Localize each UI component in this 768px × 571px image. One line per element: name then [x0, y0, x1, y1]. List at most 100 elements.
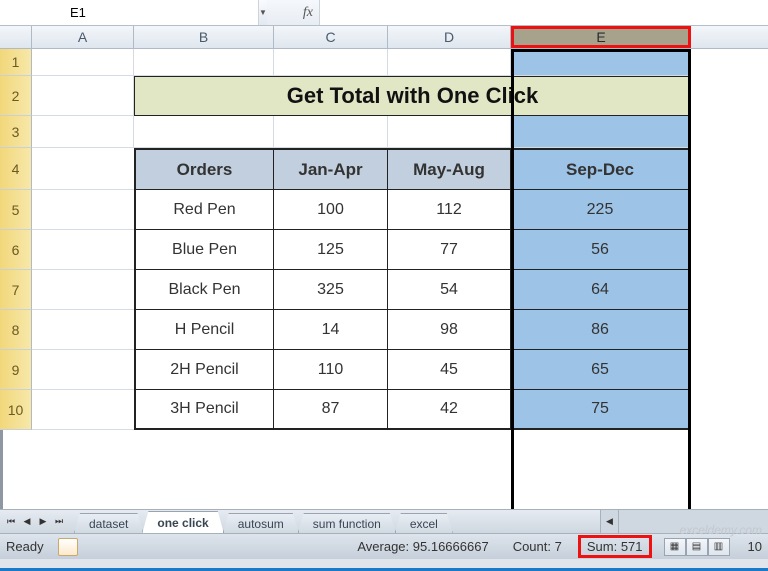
cell[interactable]	[32, 230, 134, 270]
cell[interactable]: 42	[388, 390, 511, 430]
status-average: Average: 95.16666667	[349, 537, 496, 556]
cell[interactable]: 112	[388, 190, 511, 230]
sheet-tab[interactable]: sum function	[298, 513, 396, 533]
sheet-tab[interactable]: excel	[395, 513, 453, 533]
row-header-9[interactable]: 9	[0, 350, 32, 390]
col-header-D[interactable]: D	[388, 26, 511, 48]
row-header-6[interactable]: 6	[0, 230, 32, 270]
col-header-A[interactable]: A	[32, 26, 134, 48]
status-average-value: 95.16666667	[413, 539, 489, 554]
sheet-tab[interactable]: autosum	[223, 513, 299, 533]
macro-record-icon[interactable]	[58, 538, 78, 556]
cell[interactable]: 2H Pencil	[134, 350, 274, 390]
zoom-value[interactable]: 10	[748, 539, 762, 554]
sheet-nav-last-icon[interactable]: ⏭	[52, 513, 66, 531]
row-header-4[interactable]: 4	[0, 148, 32, 190]
table-row: 7 Black Pen 325 54 64	[0, 270, 768, 310]
select-all-corner[interactable]	[0, 26, 32, 48]
cell[interactable]: 125	[274, 230, 388, 270]
sheet-tab[interactable]: dataset	[74, 513, 143, 533]
cell[interactable]: 77	[388, 230, 511, 270]
table-header[interactable]: May-Aug	[388, 148, 511, 190]
cell[interactable]	[32, 270, 134, 310]
fx-icon[interactable]: fx	[175, 0, 320, 25]
status-average-label: Average:	[357, 539, 409, 554]
status-sum: Sum: 571	[578, 535, 652, 558]
cell[interactable]	[274, 116, 388, 148]
view-page-layout-icon[interactable]: ▤	[686, 538, 708, 556]
row-header-10[interactable]: 10	[0, 390, 32, 430]
grid-rows: 1 2 Get Total with One Click 3 4 Orders	[0, 49, 768, 430]
cell[interactable]: 110	[274, 350, 388, 390]
view-normal-icon[interactable]: ▦	[664, 538, 686, 556]
formula-input[interactable]	[320, 0, 768, 25]
title-cell[interactable]: Get Total with One Click	[134, 76, 691, 116]
sheet-tab[interactable]: one click	[142, 511, 223, 533]
row-header-8[interactable]: 8	[0, 310, 32, 350]
cell[interactable]	[388, 116, 511, 148]
cell[interactable]	[32, 148, 134, 190]
spreadsheet-grid[interactable]: A B C D E 1 2 Get Total with One Click 3	[0, 26, 768, 509]
row-header-3[interactable]: 3	[0, 116, 32, 148]
row-header-5[interactable]: 5	[0, 190, 32, 230]
cell[interactable]: 225	[511, 190, 691, 230]
cell[interactable]: 14	[274, 310, 388, 350]
cell[interactable]: 98	[388, 310, 511, 350]
cell[interactable]	[511, 49, 691, 76]
cell[interactable]: 87	[274, 390, 388, 430]
cell[interactable]: 86	[511, 310, 691, 350]
column-selection-marquee	[511, 49, 691, 52]
cell[interactable]	[32, 350, 134, 390]
cell[interactable]: Black Pen	[134, 270, 274, 310]
col-header-E[interactable]: E	[511, 26, 691, 48]
view-buttons: ▦ ▤ ▥	[664, 538, 730, 556]
name-box[interactable]: ▼	[0, 0, 175, 25]
row-header-1[interactable]: 1	[0, 49, 32, 76]
formula-bar: ▼ fx	[0, 0, 768, 26]
cell[interactable]: 64	[511, 270, 691, 310]
sheet-nav-prev-icon[interactable]: ◀	[20, 513, 34, 531]
cell[interactable]: 45	[388, 350, 511, 390]
view-page-break-icon[interactable]: ▥	[708, 538, 730, 556]
cell[interactable]	[134, 116, 274, 148]
cell[interactable]	[274, 49, 388, 76]
cell[interactable]: 75	[511, 390, 691, 430]
cell[interactable]: 100	[274, 190, 388, 230]
cell[interactable]: Red Pen	[134, 190, 274, 230]
cell[interactable]	[32, 390, 134, 430]
sheet-nav-first-icon[interactable]: ⏮	[4, 513, 18, 531]
row: 1	[0, 49, 768, 76]
tab-scroll-right-icon[interactable]: ◀	[600, 510, 618, 533]
cell[interactable]	[32, 49, 134, 76]
cell[interactable]	[32, 76, 134, 116]
watermark: exceldemy.com	[680, 523, 762, 537]
cell[interactable]: H Pencil	[134, 310, 274, 350]
sheet-tabs: dataset one click autosum sum function e…	[70, 510, 600, 533]
cell[interactable]	[32, 190, 134, 230]
cell[interactable]: 54	[388, 270, 511, 310]
cell[interactable]	[134, 49, 274, 76]
col-header-C[interactable]: C	[274, 26, 388, 48]
cell[interactable]: 3H Pencil	[134, 390, 274, 430]
column-selection-marquee	[511, 49, 514, 509]
row-header-2[interactable]: 2	[0, 76, 32, 116]
sheet-nav-next-icon[interactable]: ▶	[36, 513, 50, 531]
table-row: 5 Red Pen 100 112 225	[0, 190, 768, 230]
col-header-B[interactable]: B	[134, 26, 274, 48]
column-selection-marquee	[688, 49, 691, 509]
table-header[interactable]: Sep-Dec	[511, 148, 691, 190]
status-count: Count: 7	[505, 537, 570, 556]
cell[interactable]: 56	[511, 230, 691, 270]
cell[interactable]	[32, 310, 134, 350]
cell[interactable]: 65	[511, 350, 691, 390]
row-header-7[interactable]: 7	[0, 270, 32, 310]
table-row: 9 2H Pencil 110 45 65	[0, 350, 768, 390]
cell[interactable]	[511, 116, 691, 148]
cell[interactable]	[32, 116, 134, 148]
cell[interactable]: Blue Pen	[134, 230, 274, 270]
table-header[interactable]: Jan-Apr	[274, 148, 388, 190]
column-headers: A B C D E	[0, 26, 768, 49]
cell[interactable]: 325	[274, 270, 388, 310]
cell[interactable]	[388, 49, 511, 76]
table-header[interactable]: Orders	[134, 148, 274, 190]
